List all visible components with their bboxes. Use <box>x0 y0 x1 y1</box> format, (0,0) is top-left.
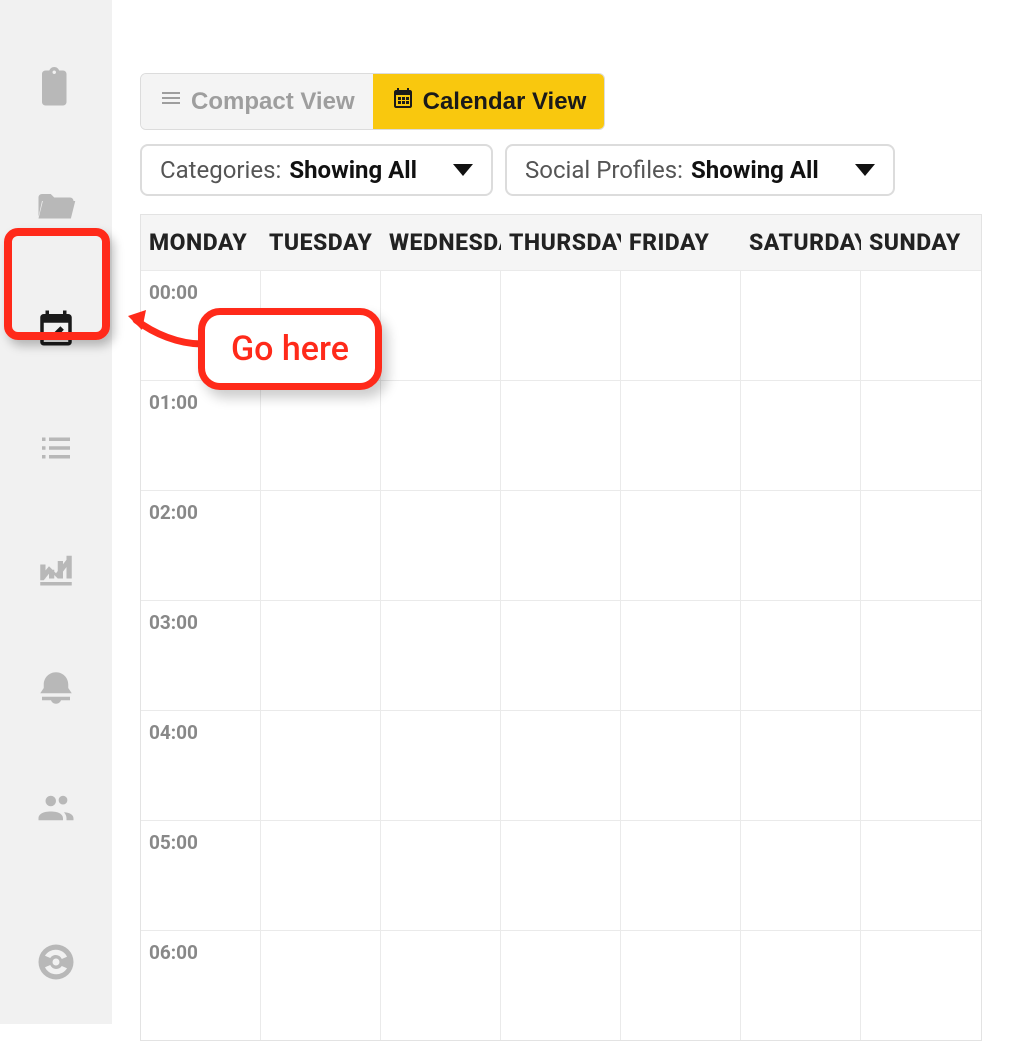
day-header: SATURDAY <box>741 215 861 270</box>
calendar-cell[interactable] <box>741 491 861 600</box>
calendar-row: 02:00 <box>141 490 981 600</box>
filters-row: Categories: Showing All Social Profiles:… <box>140 144 982 196</box>
calendar-cell[interactable] <box>381 601 501 710</box>
calendar-cell[interactable] <box>501 601 621 710</box>
hamburger-icon <box>159 86 183 117</box>
life-ring-icon <box>35 941 77 987</box>
sidebar <box>0 0 112 1024</box>
calendar-cell[interactable] <box>861 271 981 380</box>
sidebar-item-bell[interactable] <box>0 630 112 750</box>
clipboard-icon <box>35 67 77 113</box>
calendar-cell[interactable] <box>741 821 861 930</box>
day-header: FRIDAY <box>621 215 741 270</box>
list-icon <box>35 427 77 473</box>
view-toggle: Compact View Calendar View <box>140 73 605 130</box>
calendar-cell[interactable] <box>861 381 981 490</box>
calendar-cell[interactable] <box>261 821 381 930</box>
time-label: 04:00 <box>149 721 198 744</box>
sidebar-item-analytics[interactable] <box>0 510 112 630</box>
calendar-cell[interactable] <box>501 491 621 600</box>
users-icon <box>35 787 77 833</box>
calendar-grid-icon <box>391 86 415 117</box>
categories-filter[interactable]: Categories: Showing All <box>140 144 493 196</box>
bell-icon <box>35 667 77 713</box>
annotation-callout: Go here <box>198 308 382 390</box>
sidebar-item-help[interactable] <box>0 924 112 1004</box>
day-header: WEDNESDAY <box>381 215 501 270</box>
calendar-cell[interactable] <box>501 271 621 380</box>
calendar-cell[interactable] <box>261 491 381 600</box>
calendar-cell[interactable] <box>381 271 501 380</box>
main-content: Compact View Calendar View Categories: S… <box>112 0 1010 1024</box>
sidebar-item-list[interactable] <box>0 390 112 510</box>
compact-view-label: Compact View <box>191 88 355 116</box>
folder-icon <box>35 187 77 233</box>
calendar-row: 03:00 <box>141 600 981 710</box>
calendar-cell[interactable] <box>621 271 741 380</box>
calendar-view-button[interactable]: Calendar View <box>373 74 605 129</box>
calendar-cell[interactable]: 04:00 <box>141 711 261 820</box>
calendar-cell[interactable] <box>621 711 741 820</box>
calendar-cell[interactable] <box>741 601 861 710</box>
calendar-cell[interactable] <box>621 821 741 930</box>
calendar-cell[interactable] <box>621 601 741 710</box>
calendar-cell[interactable] <box>261 381 381 490</box>
chevron-down-icon <box>855 164 875 176</box>
day-header: TUESDAY <box>261 215 381 270</box>
calendar-cell[interactable] <box>861 821 981 930</box>
sidebar-item-users[interactable] <box>0 750 112 870</box>
day-header: MONDAY <box>141 215 261 270</box>
categories-filter-label: Categories: <box>160 156 281 184</box>
calendar-cell[interactable] <box>261 601 381 710</box>
calendar-row: 01:00 <box>141 380 981 490</box>
calendar-cell[interactable] <box>861 491 981 600</box>
time-label: 01:00 <box>149 391 198 414</box>
profiles-filter-label: Social Profiles: <box>525 156 683 184</box>
calendar-cell[interactable] <box>501 711 621 820</box>
calendar-cell[interactable] <box>861 711 981 820</box>
categories-filter-value: Showing All <box>289 156 417 184</box>
calendar-cell[interactable] <box>861 601 981 710</box>
calendar-cell[interactable] <box>621 491 741 600</box>
annotation-highlight-box <box>4 228 110 340</box>
calendar-row: 05:00 <box>141 820 981 930</box>
annotation-callout-text: Go here <box>231 329 349 369</box>
analytics-icon <box>35 547 77 593</box>
calendar-cell[interactable]: 02:00 <box>141 491 261 600</box>
time-label: 03:00 <box>149 611 198 634</box>
calendar-cell[interactable] <box>381 711 501 820</box>
calendar-cell[interactable] <box>501 821 621 930</box>
calendar-cell[interactable] <box>741 381 861 490</box>
calendar-cell[interactable] <box>501 381 621 490</box>
calendar-cell[interactable] <box>261 711 381 820</box>
sidebar-item-clipboard[interactable] <box>0 30 112 150</box>
time-label: 05:00 <box>149 831 198 854</box>
calendar-cell[interactable]: 03:00 <box>141 601 261 710</box>
calendar-view-label: Calendar View <box>423 88 587 116</box>
calendar-cell[interactable] <box>381 821 501 930</box>
calendar-cell[interactable] <box>381 491 501 600</box>
calendar-cell[interactable]: 05:00 <box>141 821 261 930</box>
profiles-filter-value: Showing All <box>691 156 819 184</box>
compact-view-button[interactable]: Compact View <box>141 74 373 129</box>
calendar-cell[interactable] <box>621 381 741 490</box>
calendar-row: 04:00 <box>141 710 981 820</box>
social-profiles-filter[interactable]: Social Profiles: Showing All <box>505 144 895 196</box>
time-label: 06:00 <box>149 941 198 964</box>
day-header: SUNDAY <box>861 215 981 270</box>
time-label: 00:00 <box>149 281 198 304</box>
chevron-down-icon <box>453 164 473 176</box>
day-header: THURSDAY <box>501 215 621 270</box>
calendar-header-row: MONDAY TUESDAY WEDNESDAY THURSDAY FRIDAY… <box>141 215 981 270</box>
calendar-cell[interactable] <box>741 271 861 380</box>
calendar-cell[interactable] <box>381 381 501 490</box>
calendar-cell[interactable] <box>741 711 861 820</box>
calendar-cell[interactable]: 01:00 <box>141 381 261 490</box>
time-label: 02:00 <box>149 501 198 524</box>
